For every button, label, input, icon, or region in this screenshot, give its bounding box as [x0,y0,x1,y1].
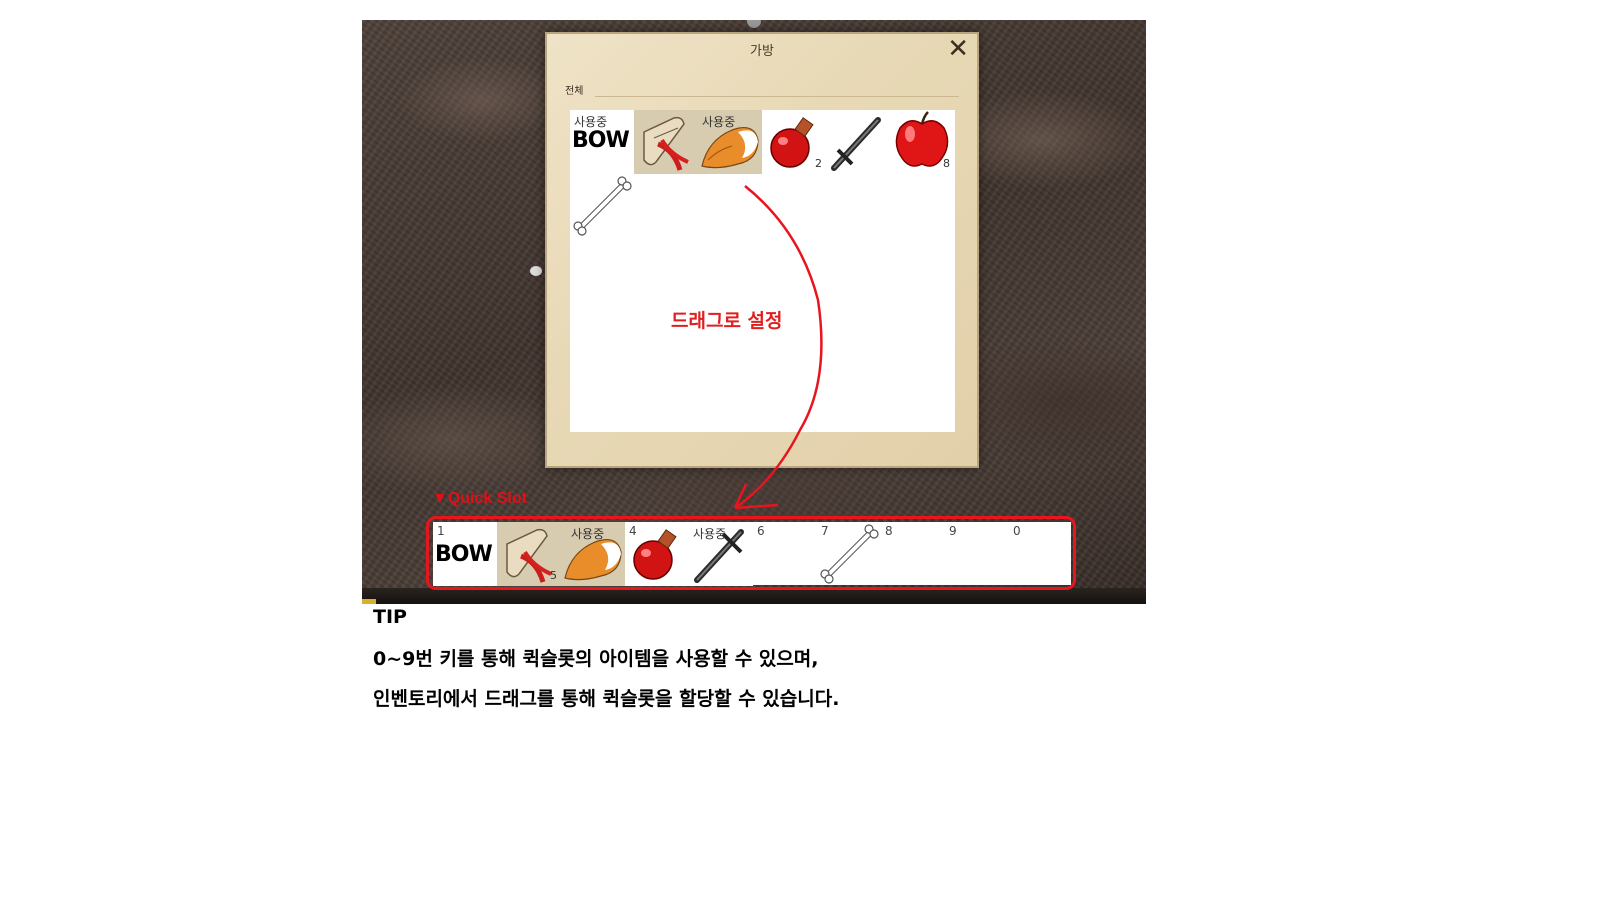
inventory-slot-bone[interactable] [570,174,634,238]
bag-window: 가방 ✕ 전체 사용중 BOW 사용중 2 8 [545,32,979,468]
inventory-grid: 사용중 BOW 사용중 2 8 [570,110,955,432]
inventory-slot-fox-tail[interactable]: 사용중 [698,110,762,174]
sword-icon [831,117,881,171]
in-use-label: 사용중 [702,115,736,129]
bone-icon [573,176,632,236]
scroll-icon [643,116,689,171]
bag-title: 가방 [750,44,774,59]
rock-decoration [747,20,761,28]
inventory-slot-scroll[interactable] [634,110,698,174]
rock-decoration [530,266,542,276]
quick-slot-highlight [426,516,1076,590]
drag-annotation: 드래그로 설정 [671,310,783,332]
status-bar [362,588,1146,604]
exp-bar-fill [362,599,376,604]
tip-line-2: 인벤토리에서 드래그를 통해 퀵슬롯을 할당할 수 있습니다. [373,688,840,710]
inventory-slot-apple[interactable]: 8 [890,110,954,174]
tip-line-1: 0~9번 키를 통해 퀵슬롯의 아이템을 사용할 수 있으며, [373,648,819,670]
item-count: 8 [943,157,950,170]
item-count: 2 [815,157,822,170]
close-icon[interactable]: ✕ [947,36,969,62]
tip-title: TIP [373,606,407,628]
bow-item-label: BOW [572,128,630,153]
inventory-slot-red-potion[interactable]: 2 [762,110,826,174]
tab-divider [595,96,959,97]
quick-slot-label: ▼Quick Slot [432,490,527,507]
inventory-slot-bow[interactable]: 사용중 BOW [570,110,634,174]
tab-all[interactable]: 전체 [565,82,583,97]
inventory-slot-sword[interactable] [826,110,890,174]
